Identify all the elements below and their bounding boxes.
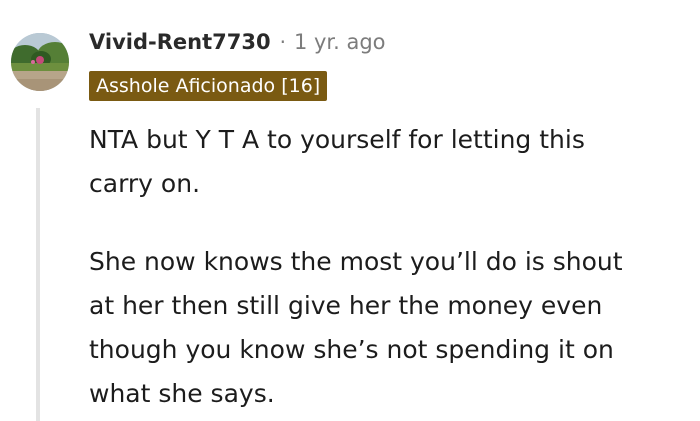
comment-text-line: at her then still give her the money eve… (89, 291, 603, 320)
comment-text-line: She now knows the most you’ll do is shou… (89, 247, 623, 276)
comment-text-line: carry on. (89, 169, 201, 198)
comment-text-line: NTA but Y T A to yourself for letting th… (89, 125, 585, 154)
comment-header: Vivid-Rent7730 · 1 yr. ago (89, 27, 386, 57)
avatar-photo-icon (11, 33, 69, 91)
comment-text-line: what she says. (89, 379, 275, 408)
username-link[interactable]: Vivid-Rent7730 (89, 30, 271, 54)
meta-separator: · (279, 30, 286, 54)
comment-text-line: though you know she’s not spending it on (89, 335, 614, 364)
collapse-thread-line[interactable] (36, 108, 40, 421)
user-avatar[interactable] (11, 33, 69, 91)
user-flair-badge: Asshole Aficionado [16] (89, 71, 328, 101)
comment-body: NTA but Y T A to yourself for letting th… (89, 118, 689, 416)
comment-timestamp[interactable]: 1 yr. ago (294, 30, 386, 54)
comment: Vivid-Rent7730 · 1 yr. ago Asshole Afici… (0, 0, 700, 421)
